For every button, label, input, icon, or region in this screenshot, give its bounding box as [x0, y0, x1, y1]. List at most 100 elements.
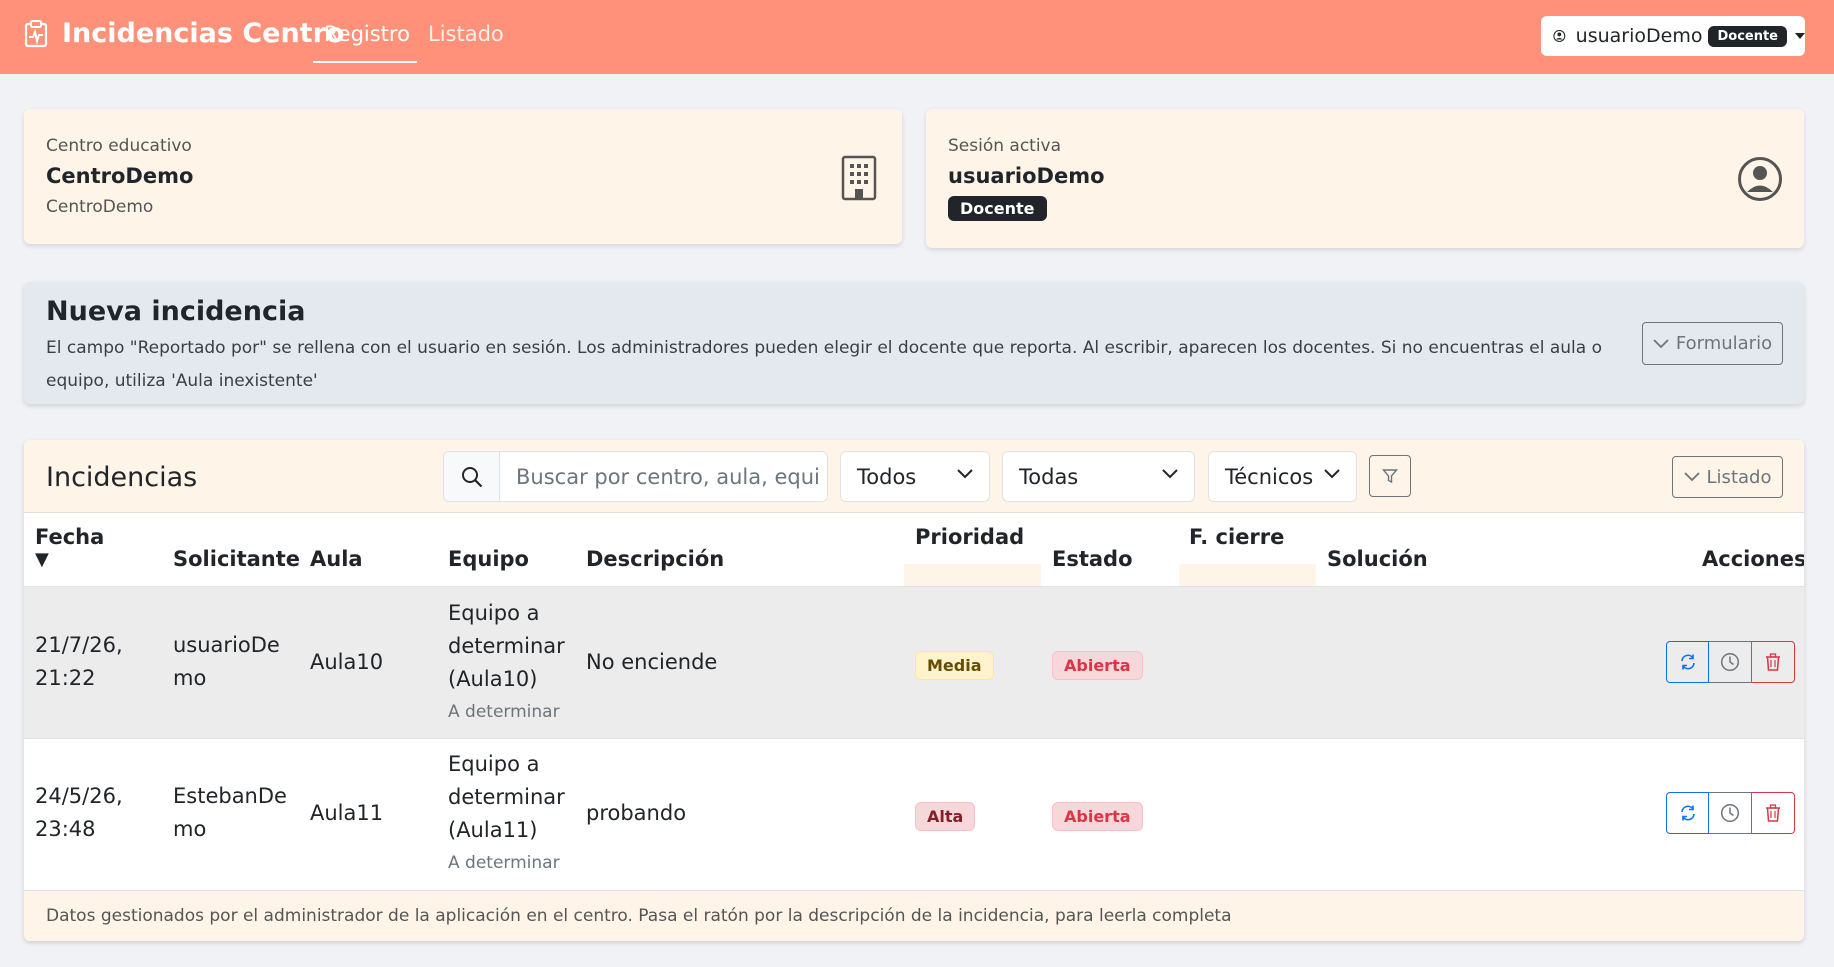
- search-icon: [444, 452, 500, 501]
- col-prioridad: Prioridad: [915, 525, 1025, 549]
- nav-listado[interactable]: Listado: [428, 22, 504, 46]
- cell-solicitante-2: mo: [173, 817, 207, 841]
- filter-tecnicos-select[interactable]: Técnicos: [1208, 451, 1357, 502]
- cell-fecha: 21/7/26,: [35, 633, 123, 657]
- fcierre-filter-strip: [1179, 564, 1316, 586]
- refresh-button[interactable]: [1666, 792, 1709, 834]
- history-button[interactable]: [1709, 792, 1752, 834]
- cell-equipo-sub: A determinar: [448, 853, 560, 873]
- chevron-down-icon: [1162, 469, 1178, 479]
- row-actions: [1666, 792, 1795, 834]
- trash-icon: [1766, 804, 1780, 822]
- incidencias-panel: Incidencias Todos Todas Técnicos Listado…: [24, 440, 1804, 941]
- col-aula: Aula: [310, 547, 363, 571]
- table-row: 21/7/26, 21:22 usuarioDe mo Aula10 Equip…: [24, 587, 1804, 738]
- cell-equipo-2: determinar: [448, 785, 565, 809]
- status-badge: Abierta: [1052, 802, 1143, 831]
- cell-equipo: Equipo a: [448, 752, 540, 776]
- footer-note: Datos gestionados por el administrador d…: [46, 906, 1232, 926]
- col-solucion: Solución: [1327, 547, 1428, 571]
- col-equipo: Equipo: [448, 547, 529, 571]
- trash-icon: [1766, 653, 1780, 671]
- cell-fecha: 24/5/26,: [35, 784, 123, 808]
- clipboard-pulse-icon: [24, 19, 48, 47]
- sesion-label: Sesión activa: [948, 136, 1062, 156]
- status-badge: Abierta: [1052, 651, 1143, 680]
- centro-title: CentroDemo: [46, 164, 194, 188]
- sesion-role-badge: Docente: [948, 196, 1047, 221]
- priority-badge: Media: [915, 651, 994, 680]
- sesion-title: usuarioDemo: [948, 164, 1105, 188]
- cell-equipo-sub: A determinar: [448, 702, 560, 722]
- cell-descripcion[interactable]: probando: [586, 797, 686, 830]
- clock-icon: [1720, 652, 1740, 672]
- person-circle-icon: [1738, 157, 1782, 201]
- filter-todos-select[interactable]: Todos: [840, 451, 990, 502]
- centro-card: Centro educativo CentroDemo CentroDemo: [24, 109, 902, 244]
- incidencias-footer: Datos gestionados por el administrador d…: [24, 890, 1804, 941]
- user-dropdown[interactable]: usuarioDemo Docente: [1541, 16, 1805, 56]
- caret-down-icon: [1795, 33, 1805, 39]
- incidencias-title: Incidencias: [46, 462, 198, 493]
- prioridad-filter-strip: [904, 564, 1041, 586]
- filter-button[interactable]: [1369, 455, 1411, 497]
- nav-active-indicator: [313, 61, 417, 63]
- filter-todas-select[interactable]: Todas: [1002, 451, 1195, 502]
- cell-fecha-time: 23:48: [35, 817, 96, 841]
- row-actions: [1666, 641, 1795, 683]
- cell-aula: Aula10: [310, 650, 384, 674]
- cell-fecha-time: 21:22: [35, 666, 96, 690]
- col-descripcion: Descripción: [586, 547, 725, 571]
- sort-down-icon[interactable]: ▼: [35, 549, 49, 570]
- history-button[interactable]: [1709, 641, 1752, 683]
- person-circle-icon: [1553, 30, 1566, 42]
- search-group: [443, 451, 828, 502]
- brand[interactable]: Incidencias Centro: [24, 18, 344, 49]
- listado-button[interactable]: Listado: [1672, 456, 1783, 498]
- formulario-button[interactable]: Formulario: [1642, 322, 1783, 365]
- clock-icon: [1720, 803, 1740, 823]
- user-name: usuarioDemo: [1575, 25, 1703, 47]
- building-icon: [841, 155, 877, 201]
- search-input[interactable]: [500, 452, 827, 501]
- chevron-down-icon: [1683, 472, 1700, 482]
- funnel-icon: [1382, 469, 1398, 484]
- brand-label: Incidencias Centro: [62, 18, 345, 49]
- col-solicitante: Solicitante: [173, 547, 301, 571]
- delete-button[interactable]: [1752, 641, 1795, 683]
- cell-solicitante: EstebanDe: [173, 784, 287, 808]
- centro-subtitle: CentroDemo: [46, 197, 154, 217]
- cell-equipo: Equipo a: [448, 601, 540, 625]
- navbar: Incidencias Centro Registro Listado usua…: [0, 0, 1834, 74]
- cell-aula: Aula11: [310, 801, 384, 825]
- centro-label: Centro educativo: [46, 136, 192, 156]
- cell-solicitante-2: mo: [173, 666, 207, 690]
- nueva-description: El campo "Reportado por" se rellena con …: [46, 338, 1602, 391]
- chevron-down-icon: [1653, 338, 1669, 348]
- col-estado: Estado: [1052, 547, 1133, 571]
- cell-solicitante: usuarioDe: [173, 633, 280, 657]
- nueva-title: Nueva incidencia: [46, 296, 306, 327]
- col-acciones: Acciones: [1702, 547, 1804, 571]
- priority-badge: Alta: [915, 802, 976, 831]
- arrow-repeat-icon: [1680, 654, 1695, 670]
- nav-registro[interactable]: Registro: [324, 22, 410, 46]
- refresh-button[interactable]: [1666, 641, 1709, 683]
- table-row: 24/5/26, 23:48 EstebanDe mo Aula11 Equip…: [24, 739, 1804, 890]
- nueva-incidencia-panel: Nueva incidencia El campo "Reportado por…: [24, 282, 1804, 404]
- cell-descripcion[interactable]: No enciende: [586, 646, 717, 679]
- sesion-card: Sesión activa usuarioDemo Docente: [926, 109, 1804, 248]
- cell-equipo-3: (Aula11): [448, 818, 538, 842]
- chevron-down-icon: [957, 469, 973, 479]
- chevron-down-icon: [1324, 469, 1340, 479]
- col-fecha[interactable]: Fecha: [35, 525, 104, 549]
- listado-label: Listado: [1706, 466, 1772, 488]
- filter-todos-value: Todos: [857, 464, 917, 489]
- filter-todas-value: Todas: [1019, 464, 1079, 489]
- filter-tecnicos-value: Técnicos: [1225, 464, 1314, 489]
- cell-equipo-2: determinar: [448, 634, 565, 658]
- delete-button[interactable]: [1752, 792, 1795, 834]
- incidencias-header: Incidencias Todos Todas Técnicos Listado: [24, 440, 1804, 513]
- formulario-label: Formulario: [1675, 333, 1773, 354]
- cell-equipo-3: (Aula10): [448, 667, 538, 691]
